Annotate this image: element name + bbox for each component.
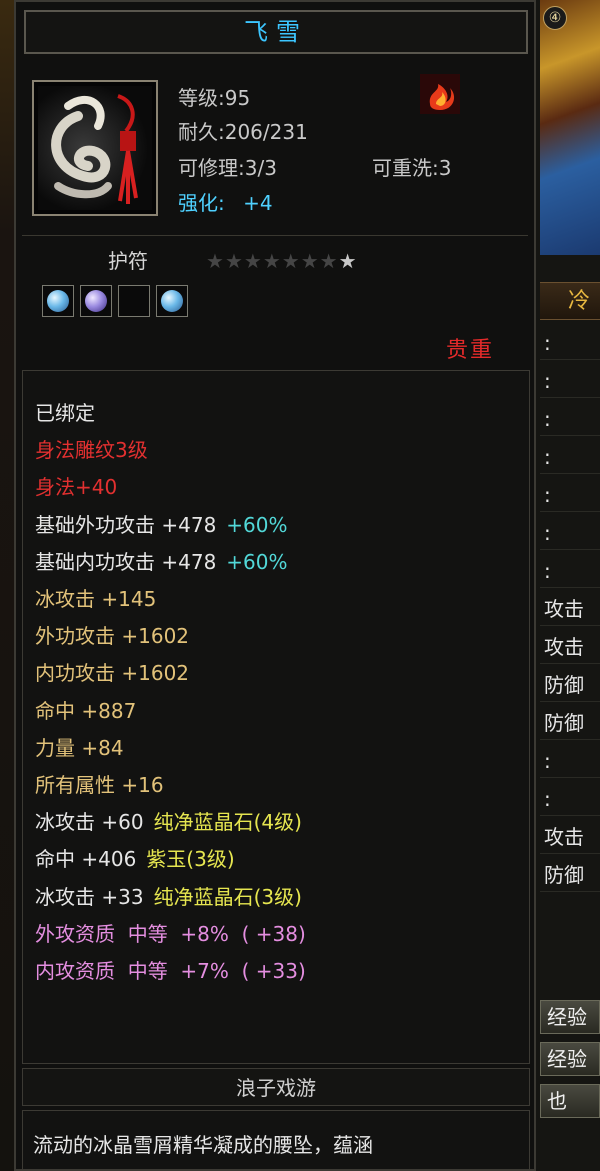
attr-text: 身法+40 (35, 475, 118, 500)
item-description: 流动的冰晶雪屑精华凝成的腰坠，蕴涵 (33, 1133, 373, 1157)
background-stat-row: : (540, 402, 600, 436)
background-stat-row: : (540, 478, 600, 512)
item-tooltip: 飞雪 等级:95 耐久:206/231 可修理:3/3 可重洗:3 强化: +4… (14, 0, 536, 1171)
repair-count-stat: 可修理:3/3 (178, 156, 277, 180)
background-stat-row: : (540, 326, 600, 360)
attr-ext-aptitude: 外攻资质 中等 +8% ( +38) (35, 918, 306, 947)
description-box: 流动的冰晶雪屑精华凝成的腰坠，蕴涵 (22, 1110, 530, 1170)
attr-text: 基础外功攻击 +478 (35, 512, 217, 537)
star-icon: ★ (319, 249, 339, 273)
gem-slot[interactable] (42, 285, 74, 317)
portrait-level-badge: ④ (543, 6, 567, 30)
background-button[interactable]: 经验 (540, 1042, 600, 1076)
level-stat: 等级:95 (178, 86, 251, 110)
attr-text: 身法雕纹3级 (35, 438, 148, 463)
fire-element-icon (420, 74, 460, 114)
star-rating: ★★★★★★★★ (206, 249, 358, 273)
background-stat-row: 攻击 (540, 630, 600, 664)
attr-extra: 纯净蓝晶石(4级) (153, 810, 302, 835)
background-stat-row: : (540, 364, 600, 398)
attr-int-attack: 内功攻击 +1602 (35, 657, 189, 686)
background-stat-row: 攻击 (540, 592, 600, 626)
attr-hit: 命中 +887 (35, 695, 136, 724)
gem-slot[interactable] (156, 285, 188, 317)
attr-text: 所有属性 +16 (35, 773, 164, 797)
attr-text: 基础内功攻击 +478 (35, 549, 217, 574)
background-stat-row: 防御 (540, 706, 600, 740)
background-stat-row: : (540, 516, 600, 550)
gem-slot[interactable] (80, 285, 112, 317)
attr-gem-ice-attack-2: 冰攻击 +33 纯净蓝晶石(3级) (35, 881, 302, 910)
attr-text: 内功攻击 +1602 (35, 661, 190, 686)
item-icon-frame (32, 80, 158, 216)
attr-engraving: 身法雕纹3级 (35, 434, 148, 463)
attr-all-attributes: 所有属性 +16 (35, 769, 164, 798)
attr-bound-status: 已绑定 (35, 397, 95, 426)
title-bar: 飞雪 (24, 10, 528, 54)
attribute-list: 已绑定 身法雕纹3级 身法+40 基础外功攻击 +478 +60% 基础内功攻击 +478… (22, 370, 530, 1064)
attr-strength: 力量 +84 (35, 732, 124, 761)
enhance-value: +4 (243, 191, 273, 215)
attr-int-aptitude: 内攻资质 中等 +7% ( +33) (35, 955, 306, 984)
attr-text: 命中 +887 (35, 698, 137, 723)
background-button[interactable]: 经验 (540, 1000, 600, 1034)
left-background-strip (0, 0, 14, 1171)
star-icon: ★ (262, 249, 282, 273)
attr-base-int-attack: 基础内功攻击 +478 +60% (35, 546, 288, 575)
attr-extra: 紫玉(3级) (146, 847, 235, 872)
gem-slot[interactable] (118, 285, 150, 317)
attr-text: 冰攻击 +60 (35, 810, 144, 835)
attr-extra: +60% (226, 549, 288, 574)
rewash-count-stat: 可重洗:3 (372, 156, 452, 180)
item-name: 飞雪 (244, 18, 308, 46)
attr-text: 力量 +84 (35, 735, 124, 760)
enhance-label: 强化: (178, 191, 225, 215)
attr-ext-attack: 外功攻击 +1602 (35, 620, 189, 649)
attr-text: 外攻资质 中等 +8% ( +38) (35, 921, 306, 946)
background-stat-row: 防御 (540, 858, 600, 892)
attr-agility-bonus: 身法+40 (35, 471, 117, 500)
attr-extra: +60% (226, 512, 288, 537)
background-stat-row: : (540, 744, 600, 778)
divider (22, 235, 528, 236)
rarity-label: 贵重 (446, 338, 495, 363)
attr-text: 冰攻击 +33 (35, 884, 144, 909)
star-icon: ★ (300, 249, 320, 273)
background-stat-row: : (540, 440, 600, 474)
attr-text: 命中 +406 (35, 847, 137, 872)
jade-pendant-icon (38, 86, 152, 210)
background-button[interactable]: 也 (540, 1084, 600, 1118)
attr-text: 冰攻击 +145 (35, 587, 157, 611)
blue-gem-icon (161, 290, 183, 312)
star-icon: ★ (338, 249, 358, 273)
blue-gem-icon (47, 290, 69, 312)
gem-slots (42, 285, 188, 317)
star-icon: ★ (281, 249, 301, 273)
attr-base-ext-attack: 基础外功攻击 +478 +60% (35, 509, 288, 538)
attr-ice-attack: 冰攻击 +145 (35, 583, 156, 612)
background-stat-row: 攻击 (540, 820, 600, 854)
durability-stat: 耐久:206/231 (178, 120, 308, 144)
background-stat-row: : (540, 782, 600, 816)
star-icon: ★ (243, 249, 263, 273)
background-tab[interactable]: 冷 (540, 282, 600, 320)
enhance-stat: 强化: +4 (178, 187, 273, 216)
amulet-label: 护符 (108, 249, 148, 273)
background-stat-row: 防御 (540, 668, 600, 702)
attr-text: 已绑定 (35, 401, 95, 425)
purple-gem-icon (85, 290, 107, 312)
attr-gem-hit: 命中 +406 紫玉(3级) (35, 843, 235, 872)
star-icon: ★ (224, 249, 244, 273)
attr-text: 外功攻击 +1602 (35, 624, 190, 649)
attr-text: 内攻资质 中等 +7% ( +33) (35, 959, 306, 983)
attr-extra: 纯净蓝晶石(3级) (153, 884, 302, 909)
character-portrait-art (540, 0, 600, 255)
background-stat-row: : (540, 554, 600, 588)
attr-gem-ice-attack-1: 冰攻击 +60 纯净蓝晶石(4级) (35, 806, 302, 835)
set-name: 浪子戏游 (22, 1068, 530, 1106)
star-icon: ★ (206, 249, 225, 273)
